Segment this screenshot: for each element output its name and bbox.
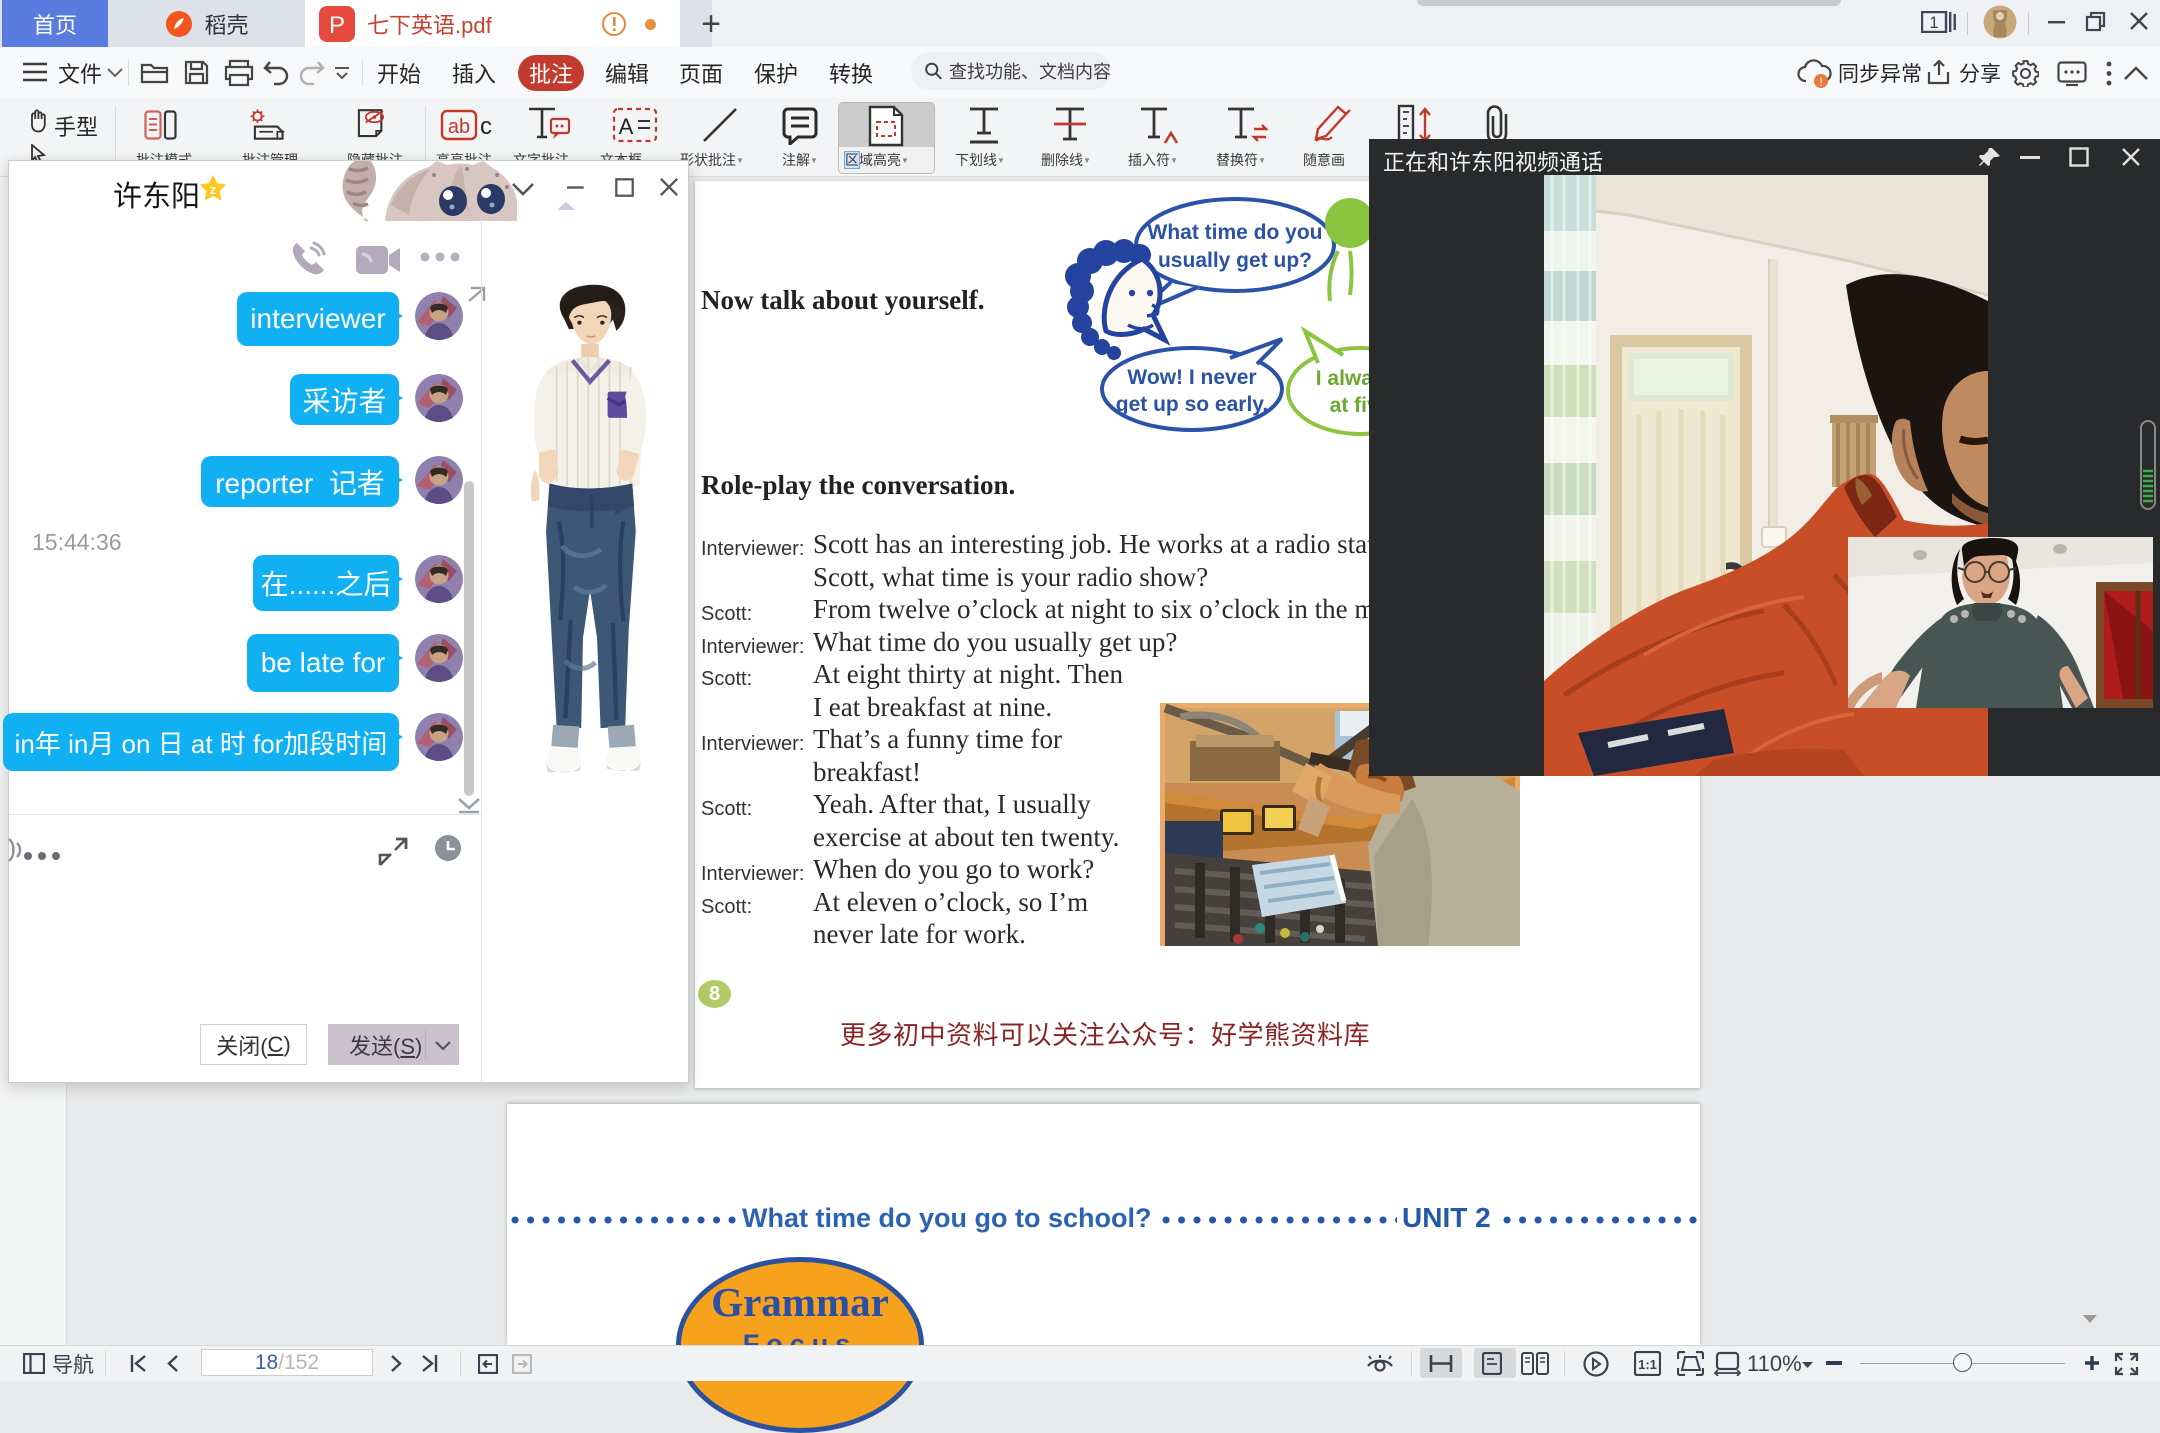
svg-text:P: P <box>329 12 345 39</box>
svg-text:1: 1 <box>1929 13 1938 32</box>
svg-text:c: c <box>480 113 492 140</box>
svg-text:z: z <box>210 182 217 197</box>
svg-text:ab: ab <box>448 116 470 138</box>
svg-text:!: ! <box>1819 75 1822 89</box>
svg-text:A: A <box>619 114 634 139</box>
svg-text:1:1: 1:1 <box>1638 1357 1657 1372</box>
